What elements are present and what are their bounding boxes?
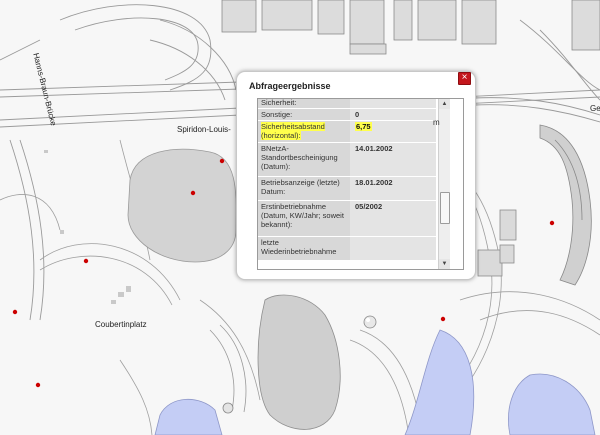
scrollbar-thumb[interactable] — [440, 192, 450, 224]
table-row: Sicherheit: — [258, 99, 436, 109]
row-label: Erstinbetriebnahme (Datum, KW/Jahr; sowe… — [258, 200, 350, 237]
table-row: Sonstige: 0 — [258, 108, 436, 121]
table-row: BNetzA-Standortbescheinigung (Datum): 14.… — [258, 142, 436, 177]
row-value: 0 — [350, 108, 436, 121]
table-row: Sicherheitsabstand (horizontal): 6,75 — [258, 120, 436, 143]
close-icon[interactable]: × — [458, 72, 471, 85]
arrow-up-icon[interactable]: ▲ — [439, 99, 450, 109]
row-value: 14.01.2002 — [350, 142, 436, 177]
table-row: letzte Wiederinbetriebnahme — [258, 236, 436, 261]
row-value: 6,75 — [350, 120, 436, 143]
arrow-down-icon[interactable]: ▼ — [439, 259, 450, 269]
map-label-square: Coubertinplatz — [95, 320, 147, 329]
table-row: Betriebsanzeige (letzte) Datum: 18.01.200… — [258, 176, 436, 201]
row-value: 05/2002 — [350, 200, 436, 237]
row-label: Sonstige: — [258, 108, 350, 121]
map-label-street: Spiridon-Louis- — [177, 125, 231, 134]
query-results-dialog[interactable]: Abfrageergebnisse × Sicherheit: Sonstige:… — [236, 71, 476, 280]
row-label: Betriebsanzeige (letzte) Datum: — [258, 176, 350, 201]
row-label: Sicherheitsabstand (horizontal): — [258, 120, 350, 143]
row-label: Sicherheit: — [258, 99, 350, 109]
row-value: 18.01.2002 — [350, 176, 436, 201]
table-row: Erstinbetriebnahme (Datum, KW/Jahr; sowe… — [258, 200, 436, 237]
row-value — [350, 99, 436, 109]
dialog-title: Abfrageergebnisse — [249, 81, 331, 91]
unit-label: m — [433, 118, 440, 127]
row-label: BNetzA-Standortbescheinigung (Datum): — [258, 142, 350, 177]
map-label-edge: Ge — [590, 104, 600, 113]
row-value — [350, 236, 436, 261]
results-table: Sicherheit: Sonstige: 0 Sicherheitsabstand … — [258, 99, 436, 261]
row-label: letzte Wiederinbetriebnahme — [258, 236, 350, 261]
